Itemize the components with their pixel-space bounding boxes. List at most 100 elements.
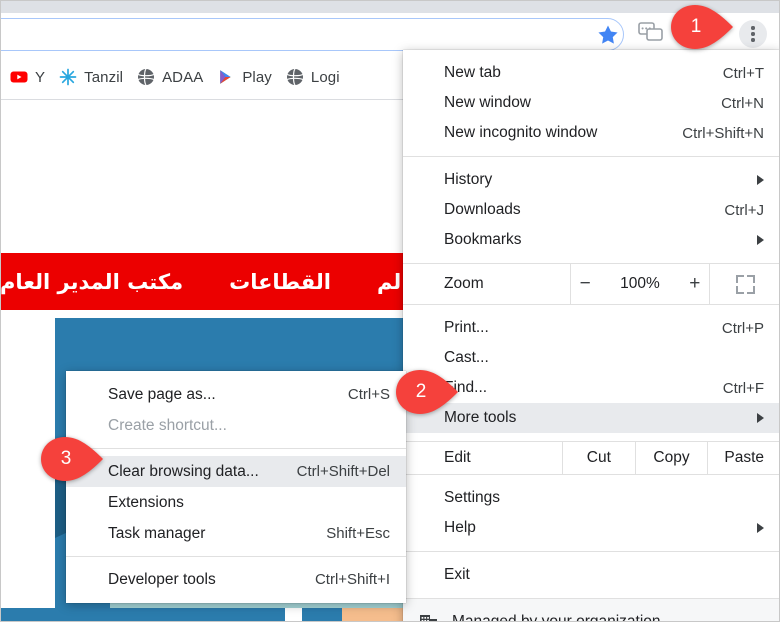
step-marker-3-number: 3 bbox=[60, 448, 72, 469]
globe-icon bbox=[137, 68, 155, 86]
menu-accel: Ctrl+F bbox=[722, 379, 764, 397]
footer-segment-3 bbox=[342, 608, 407, 622]
step-marker-2: 2 bbox=[396, 370, 458, 414]
menu-spacer bbox=[403, 475, 780, 483]
chevron-right-icon bbox=[757, 413, 764, 423]
menu-label: Cast... bbox=[444, 349, 489, 366]
submenu-label: Save page as... bbox=[108, 385, 216, 403]
menu-item-exit[interactable]: Exit bbox=[403, 560, 780, 590]
edit-cut-button[interactable]: Cut bbox=[563, 442, 636, 474]
more-tools-submenu: Save page as... Ctrl+S Create shortcut..… bbox=[66, 371, 406, 603]
menu-spacer bbox=[403, 305, 780, 313]
menu-label: New tab bbox=[444, 64, 501, 81]
footer-segment-1 bbox=[285, 608, 302, 622]
submenu-accel: Shift+Esc bbox=[326, 525, 390, 542]
edit-paste-button[interactable]: Paste bbox=[708, 442, 780, 474]
menu-label: Downloads bbox=[444, 201, 521, 218]
bookmark-item-logi[interactable]: Logi bbox=[279, 62, 347, 92]
menu-zoom-row: Zoom − 100% + bbox=[403, 263, 780, 305]
menu-item-cast[interactable]: Cast... bbox=[403, 343, 780, 373]
menu-item-new-window[interactable]: New window Ctrl+N bbox=[403, 88, 780, 118]
bookmark-label-adaa: ADAA bbox=[162, 68, 204, 86]
menu-dot-3 bbox=[751, 38, 755, 42]
youtube-icon bbox=[10, 68, 28, 86]
step-marker-1: 1 bbox=[671, 5, 733, 49]
bookmark-item-youtube[interactable]: Y bbox=[3, 62, 52, 92]
bookmark-item-play[interactable]: Play bbox=[210, 62, 279, 92]
submenu-label: Create shortcut... bbox=[108, 416, 227, 434]
menu-item-find[interactable]: Find... Ctrl+F bbox=[403, 373, 780, 403]
bookmark-item-adaa[interactable]: ADAA bbox=[130, 62, 210, 92]
menu-item-help[interactable]: Help bbox=[403, 513, 780, 543]
zoom-controls: − 100% + bbox=[571, 264, 710, 304]
menu-accel: Ctrl+N bbox=[721, 94, 764, 112]
managed-by-organization-row[interactable]: Managed by your organization bbox=[403, 598, 780, 622]
submenu-label: Extensions bbox=[108, 493, 184, 511]
three-dot-menu-icon[interactable] bbox=[739, 20, 767, 48]
submenu-item-save-page-as[interactable]: Save page as... Ctrl+S bbox=[66, 379, 406, 410]
menu-item-print[interactable]: Print... Ctrl+P bbox=[403, 313, 780, 343]
chrome-main-menu: New tab Ctrl+T New window Ctrl+N New inc… bbox=[403, 50, 780, 622]
menu-spacer bbox=[403, 255, 780, 263]
menu-label: Exit bbox=[444, 566, 470, 583]
step-marker-1-number: 1 bbox=[690, 16, 702, 37]
nav-item-0[interactable]: مكتب المدير العام bbox=[0, 270, 183, 294]
submenu-item-task-manager[interactable]: Task manager Shift+Esc bbox=[66, 518, 406, 549]
chat-bubbles-icon[interactable] bbox=[638, 22, 664, 44]
menu-label: Settings bbox=[444, 489, 501, 506]
menu-spacer bbox=[403, 433, 780, 441]
menu-dot-1 bbox=[751, 26, 755, 30]
tanzil-star-icon bbox=[59, 68, 77, 86]
submenu-separator bbox=[66, 556, 406, 557]
footer-segment-2 bbox=[302, 608, 342, 622]
menu-accel: Ctrl+P bbox=[721, 319, 764, 337]
submenu-separator bbox=[66, 448, 406, 449]
submenu-accel: Ctrl+Shift+Del bbox=[296, 463, 390, 480]
menu-accel: Ctrl+J bbox=[724, 201, 764, 219]
bookmark-label-logi: Logi bbox=[310, 68, 340, 86]
nav-item-1[interactable]: القطاعات bbox=[229, 270, 331, 294]
zoom-label: Zoom bbox=[403, 264, 571, 304]
submenu-item-extensions[interactable]: Extensions bbox=[66, 487, 406, 518]
office-building-icon bbox=[419, 612, 438, 622]
menu-item-downloads[interactable]: Downloads Ctrl+J bbox=[403, 195, 780, 225]
bookmark-item-tanzil[interactable]: Tanzil bbox=[52, 62, 130, 92]
menu-label: New window bbox=[444, 94, 532, 111]
footer-segment-0 bbox=[0, 608, 285, 622]
menu-item-bookmarks[interactable]: Bookmarks bbox=[403, 225, 780, 255]
zoom-value: 100% bbox=[620, 275, 660, 292]
menu-item-more-tools[interactable]: More tools bbox=[403, 403, 780, 433]
submenu-accel: Ctrl+Shift+I bbox=[314, 571, 390, 588]
browser-screenshot: مكتب المدير العام القطاعات الم Y Tanzil … bbox=[0, 0, 780, 622]
menu-item-settings[interactable]: Settings bbox=[403, 483, 780, 513]
zoom-in-button[interactable]: + bbox=[684, 273, 706, 295]
chevron-right-icon bbox=[757, 523, 764, 533]
bookmark-label-tanzil: Tanzil bbox=[84, 68, 124, 86]
step-marker-2-number: 2 bbox=[415, 381, 427, 402]
managed-label: Managed by your organization bbox=[452, 612, 661, 622]
submenu-item-developer-tools[interactable]: Developer tools Ctrl+Shift+I bbox=[66, 564, 406, 595]
zoom-out-button[interactable]: − bbox=[574, 273, 596, 295]
menu-item-new-incognito-window[interactable]: New incognito window Ctrl+Shift+N bbox=[403, 118, 780, 148]
step-marker-3: 3 bbox=[41, 437, 103, 481]
fullscreen-icon bbox=[735, 274, 755, 294]
submenu-label: Developer tools bbox=[108, 570, 216, 588]
fullscreen-button[interactable] bbox=[710, 264, 780, 304]
bookmark-star-icon[interactable] bbox=[596, 23, 620, 47]
menu-label: New incognito window bbox=[444, 124, 598, 141]
edit-copy-button[interactable]: Copy bbox=[636, 442, 709, 474]
menu-edit-row: Edit Cut Copy Paste bbox=[403, 441, 780, 475]
menu-label: Help bbox=[444, 519, 476, 536]
menu-accel: Ctrl+T bbox=[722, 64, 764, 82]
menu-label: Find... bbox=[444, 379, 488, 396]
globe-icon bbox=[286, 68, 304, 86]
submenu-item-clear-browsing-data[interactable]: Clear browsing data... Ctrl+Shift+Del bbox=[66, 456, 406, 487]
menu-separator bbox=[403, 551, 780, 552]
menu-item-new-tab[interactable]: New tab Ctrl+T bbox=[403, 58, 780, 88]
submenu-label: Task manager bbox=[108, 524, 206, 542]
edit-label: Edit bbox=[403, 442, 563, 474]
address-bar[interactable] bbox=[0, 18, 624, 51]
submenu-item-create-shortcut: Create shortcut... bbox=[66, 410, 406, 441]
menu-item-history[interactable]: History bbox=[403, 165, 780, 195]
menu-label: Bookmarks bbox=[444, 231, 522, 248]
